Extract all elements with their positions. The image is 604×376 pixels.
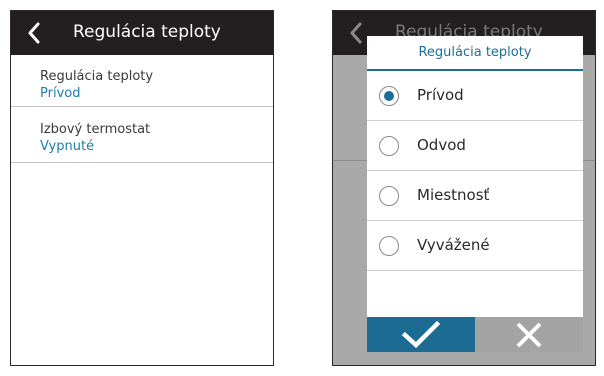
confirm-button[interactable]: [367, 317, 475, 352]
setting-value: Prívod: [40, 86, 81, 101]
close-icon: [516, 322, 542, 347]
option-miestnost[interactable]: Miestnosť: [367, 171, 583, 221]
setting-label: Izbový termostat: [40, 122, 151, 137]
header-bar: Regulácia teploty: [11, 11, 273, 55]
radio-unselected-icon[interactable]: [379, 186, 399, 206]
setting-item-temperature-regulation[interactable]: Regulácia teploty Prívod: [11, 55, 273, 107]
radio-dot: [384, 91, 394, 101]
settings-screen: Regulácia teploty Regulácia teploty Prív…: [10, 10, 274, 366]
chevron-left-icon: [350, 22, 362, 44]
dialog-button-row: [367, 317, 583, 352]
setting-item-room-thermostat[interactable]: Izbový termostat Vypnuté: [11, 107, 273, 163]
radio-unselected-icon[interactable]: [379, 236, 399, 256]
chevron-left-icon: [28, 22, 40, 44]
option-vyvazene[interactable]: Vyvážené: [367, 221, 583, 271]
option-privod[interactable]: Prívod: [367, 71, 583, 121]
checkmark-icon: [401, 320, 441, 348]
option-label: Prívod: [417, 86, 464, 104]
page-title: Regulácia teploty: [73, 22, 221, 42]
option-label: Vyvážené: [417, 236, 490, 254]
radio-selected-icon[interactable]: [379, 86, 399, 106]
dialog-title: Regulácia teploty: [418, 45, 532, 60]
back-button[interactable]: [343, 19, 369, 47]
back-button[interactable]: [21, 19, 47, 47]
option-label: Odvod: [417, 136, 466, 154]
setting-value: Vypnuté: [40, 139, 95, 154]
option-odvod[interactable]: Odvod: [367, 121, 583, 171]
option-dialog: Regulácia teploty Prívod Odvod Miestnosť…: [367, 36, 583, 352]
setting-label: Regulácia teploty: [40, 69, 154, 84]
selection-screen: Regulácia teploty Regulácia teploty Prív…: [332, 10, 596, 366]
cancel-button[interactable]: [475, 317, 583, 352]
radio-unselected-icon[interactable]: [379, 136, 399, 156]
option-label: Miestnosť: [417, 186, 490, 204]
